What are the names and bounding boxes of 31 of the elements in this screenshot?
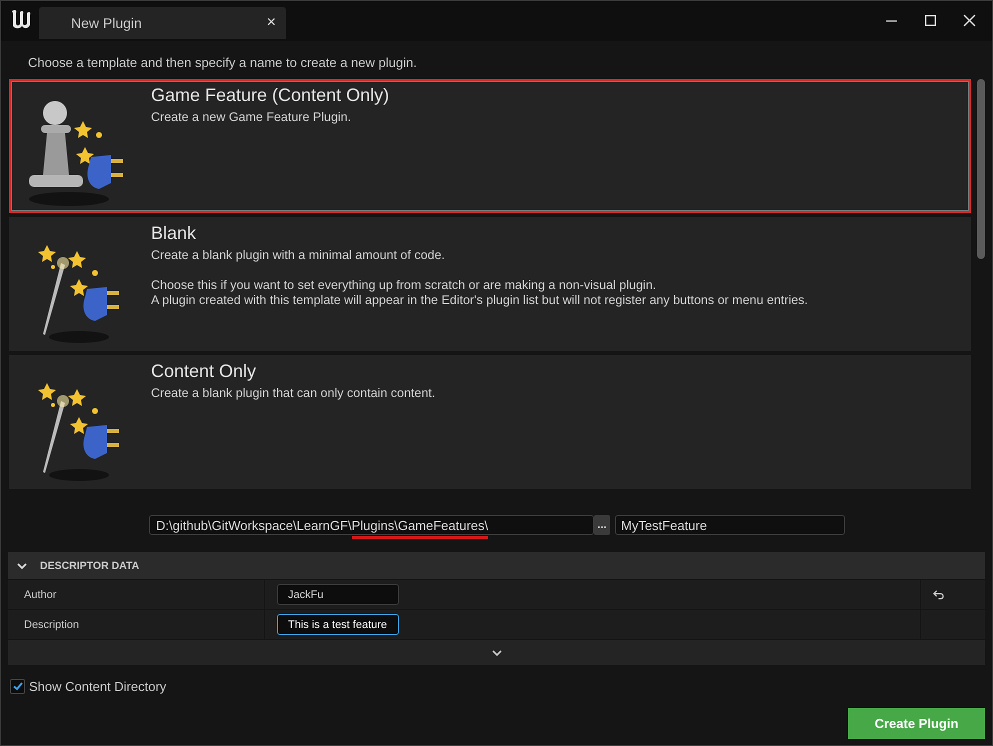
property-label: Author xyxy=(24,588,56,600)
template-description: Create a blank plugin that can only contain content. xyxy=(151,386,436,401)
window-title: New Plugin xyxy=(71,15,142,31)
template-description: Create a blank plugin with a minimal amount of code. xyxy=(151,248,446,263)
template-item[interactable]: Content Only Create a blank plugin that can only contain content. xyxy=(9,355,971,489)
template-title: Content Only xyxy=(151,361,258,382)
checkbox-label: Show Content Directory xyxy=(29,678,166,694)
template-description: A plugin created with this template will appear in the Editor's plugin list but will not register any buttons or menu entries. xyxy=(151,293,808,308)
section-header[interactable]: DESCRIPTOR DATA xyxy=(8,552,985,579)
reset-arrow-icon[interactable] xyxy=(932,589,944,600)
close-tab-button[interactable]: × xyxy=(266,14,276,32)
scrollbar-thumb[interactable] xyxy=(977,79,985,259)
template-item[interactable] xyxy=(9,217,971,351)
template-description: Create a new Game Feature Plugin. xyxy=(151,110,352,125)
close-icon[interactable] xyxy=(963,14,976,27)
template-item[interactable]: Game Feature (Content Only) Create a new Game Feature Plugin. xyxy=(9,79,971,213)
browse-button[interactable]: ... xyxy=(594,515,610,535)
template-title: Game Feature (Content Only) xyxy=(151,85,390,106)
checkmark-icon xyxy=(12,680,24,692)
template-title: Blank xyxy=(151,223,198,244)
instruction-text: Choose a template and then specify a name to create a new plugin. xyxy=(27,54,418,72)
window-tab[interactable]: New Plugin × xyxy=(39,7,286,39)
property-field[interactable]: This is a test feature xyxy=(277,614,399,635)
engine-logo-icon xyxy=(9,7,33,31)
plugin-name-field[interactable]: MyTestFeature xyxy=(615,515,845,535)
section-title: DESCRIPTOR DATA xyxy=(40,560,140,572)
maximize-icon[interactable] xyxy=(924,14,937,27)
checkbox[interactable] xyxy=(10,678,25,694)
property-field[interactable]: JackFu xyxy=(277,584,399,605)
template-description: Choose this if you want to set everything up from scratch or are making a non-visual plugin. xyxy=(151,278,658,293)
property-label: Description xyxy=(24,618,80,630)
